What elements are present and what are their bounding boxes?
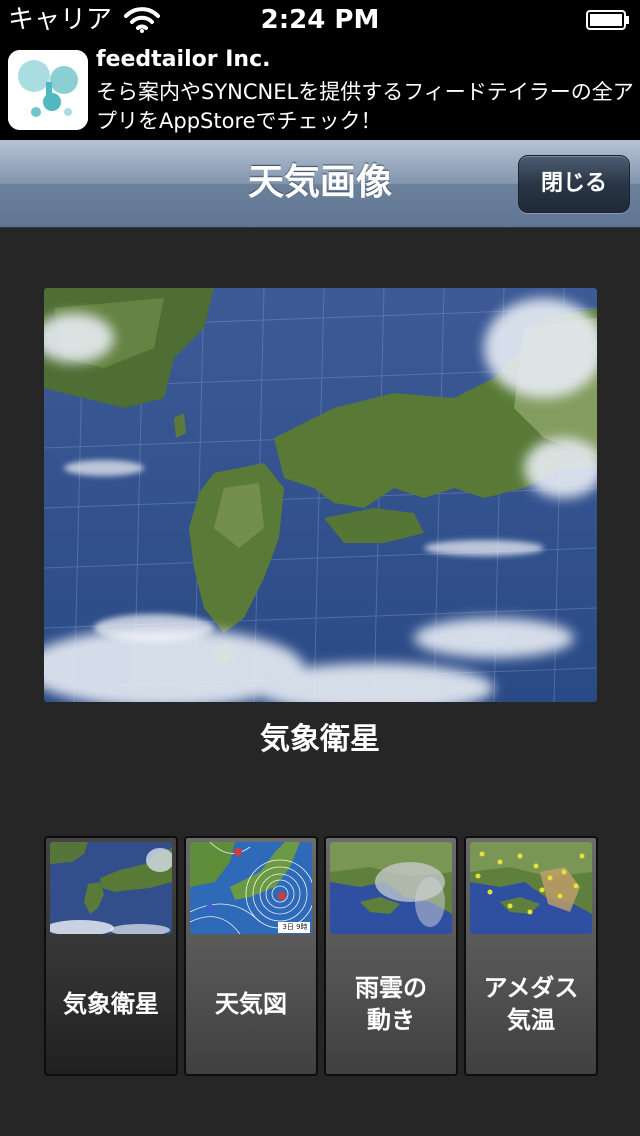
status-bar: キャリア 2:24 PM bbox=[0, 0, 640, 40]
close-button[interactable]: 閉じる bbox=[518, 155, 630, 213]
thumbnail-label: アメダス 気温 bbox=[483, 974, 579, 1034]
thumbnail-satellite[interactable]: 気象衛星 bbox=[44, 836, 178, 1076]
status-time: 2:24 PM bbox=[260, 5, 380, 35]
rain-cloud-thumbnail-image bbox=[330, 842, 452, 934]
navigation-bar: 天気画像 閉じる bbox=[0, 140, 640, 228]
thumbnail-rain-clouds[interactable]: 雨雲の 動き bbox=[324, 836, 458, 1076]
image-caption: 気象衛星 bbox=[260, 722, 380, 757]
satellite-image bbox=[44, 288, 597, 702]
ad-banner[interactable]: feedtailor Inc. そら案内やSYNCNELを提供するフィードテイラ… bbox=[0, 40, 640, 140]
satellite-thumbnail-image bbox=[50, 842, 172, 934]
thumbnail-label: 雨雲の 動き bbox=[355, 974, 427, 1034]
amedas-thumbnail-image bbox=[470, 842, 592, 934]
thumbnail-label: 天気図 bbox=[215, 990, 287, 1018]
thumbnail-amedas-temperature[interactable]: アメダス 気温 bbox=[464, 836, 598, 1076]
battery-icon bbox=[586, 10, 629, 30]
ad-text: そら案内やSYNCNELを提供するフィードテイラーの全アプリをAppStoreで… bbox=[96, 80, 634, 133]
ad-title: feedtailor Inc. bbox=[96, 47, 271, 72]
thumbnail-label: 気象衛星 bbox=[63, 990, 159, 1018]
app-logo-icon bbox=[8, 50, 88, 130]
thumbnail-weather-map[interactable]: 3日 9時 天気図 bbox=[184, 836, 318, 1076]
weather-map-thumbnail-image: 3日 9時 bbox=[190, 842, 312, 934]
weather-map-date-label: 3日 9時 bbox=[282, 923, 308, 931]
